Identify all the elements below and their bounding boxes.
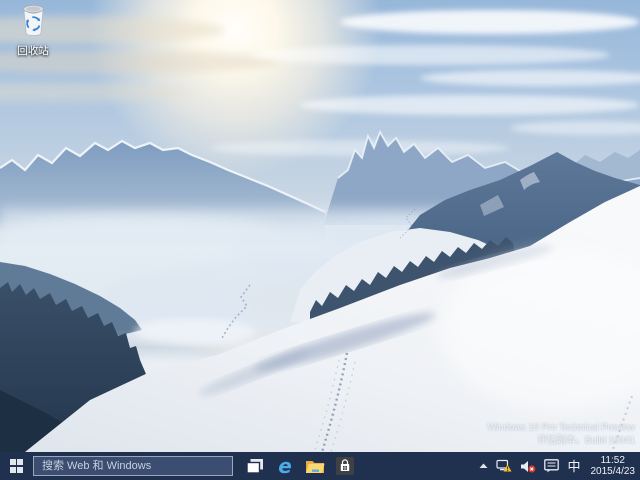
recycle-bin-icon [20,4,47,37]
task-view-icon [246,458,264,475]
taskbar-clock[interactable]: 11:52 2015/4/23 [589,455,636,477]
internet-explorer-icon: e [278,456,292,476]
start-button[interactable] [0,452,33,480]
action-center-button[interactable] [544,459,559,473]
wallpaper-art [0,0,640,452]
network-status-button[interactable] [496,459,512,473]
recycle-bin[interactable]: 回收站 [4,4,62,58]
taskbar: e [0,452,640,480]
action-center-icon [544,459,559,473]
chevron-up-icon [479,463,488,469]
file-explorer-button[interactable] [300,452,330,480]
file-explorer-icon [305,458,325,474]
watermark-line1: Windows 10 Pro Technical Preview [487,421,635,434]
desktop-wallpaper [0,0,640,452]
ime-indicator[interactable]: 中 [567,460,580,473]
clock-time: 11:52 [591,455,636,466]
network-warning-icon [496,459,512,473]
recycle-bin-label: 回收站 [4,43,62,58]
store-icon [336,457,354,475]
volume-button[interactable] [520,460,536,473]
tray-expand-button[interactable] [479,463,488,469]
task-view-button[interactable] [240,452,270,480]
search-input[interactable] [34,457,232,475]
screen: 回收站 Windows 10 Pro Technical Preview 评估副… [0,0,640,480]
volume-muted-icon [520,460,536,473]
clock-date: 2015/4/23 [591,466,636,477]
taskbar-search[interactable] [33,456,233,476]
watermark: Windows 10 Pro Technical Preview 评估副本。Bu… [487,421,635,447]
internet-explorer-button[interactable]: e [270,452,300,480]
system-tray: 中 11:52 2015/4/23 [479,455,640,477]
windows-logo-icon [10,459,24,473]
store-button[interactable] [330,452,360,480]
watermark-line2: 评估副本。Build 10041 [487,434,635,447]
